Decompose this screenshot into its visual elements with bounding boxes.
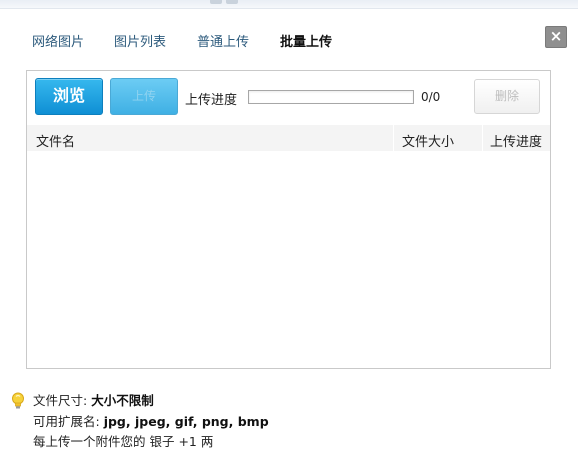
column-header-progress: 上传进度	[490, 135, 543, 150]
upload-progress-bar	[248, 90, 414, 104]
close-button[interactable]: ×	[545, 26, 567, 48]
progress-count: 0/0	[421, 90, 441, 104]
reward-line: 每上传一个附件您的 银子 +1 两	[33, 434, 214, 449]
progress-label: 上传进度	[185, 93, 238, 108]
lightbulb-icon	[12, 392, 24, 409]
batch-upload-panel: 浏览 上传 上传进度 0/0 删除 文件名 文件大小 上传进度	[26, 70, 551, 369]
extensions-value: jpg, jpeg, gif, png, bmp	[103, 414, 269, 429]
tab-batch-upload[interactable]: 批量上传	[280, 31, 332, 50]
column-header-filename: 文件名	[36, 135, 76, 150]
strip-tab-handle	[226, 0, 238, 4]
extensions-label: 可用扩展名:	[33, 414, 100, 429]
upload-button[interactable]: 上传	[110, 78, 178, 115]
tab-web-images[interactable]: 网络图片	[32, 31, 84, 50]
column-divider	[393, 125, 394, 151]
window-top-strip	[0, 0, 578, 9]
strip-tab-handle	[210, 0, 222, 4]
file-size-line: 文件尺寸: 大小不限制	[33, 390, 154, 409]
column-divider	[482, 125, 483, 151]
column-header-filesize: 文件大小	[402, 135, 455, 150]
file-size-value: 大小不限制	[91, 393, 154, 408]
close-icon: ×	[549, 27, 563, 45]
tab-image-list[interactable]: 图片列表	[114, 31, 166, 50]
delete-button[interactable]: 删除	[474, 79, 540, 114]
extensions-line: 可用扩展名: jpg, jpeg, gif, png, bmp	[33, 411, 269, 430]
file-size-label: 文件尺寸:	[33, 393, 88, 408]
browse-button[interactable]: 浏览	[35, 78, 103, 115]
file-list	[27, 151, 550, 368]
tab-normal-upload[interactable]: 普通上传	[197, 31, 249, 50]
file-table-header: 文件名 文件大小 上传进度	[27, 125, 550, 151]
